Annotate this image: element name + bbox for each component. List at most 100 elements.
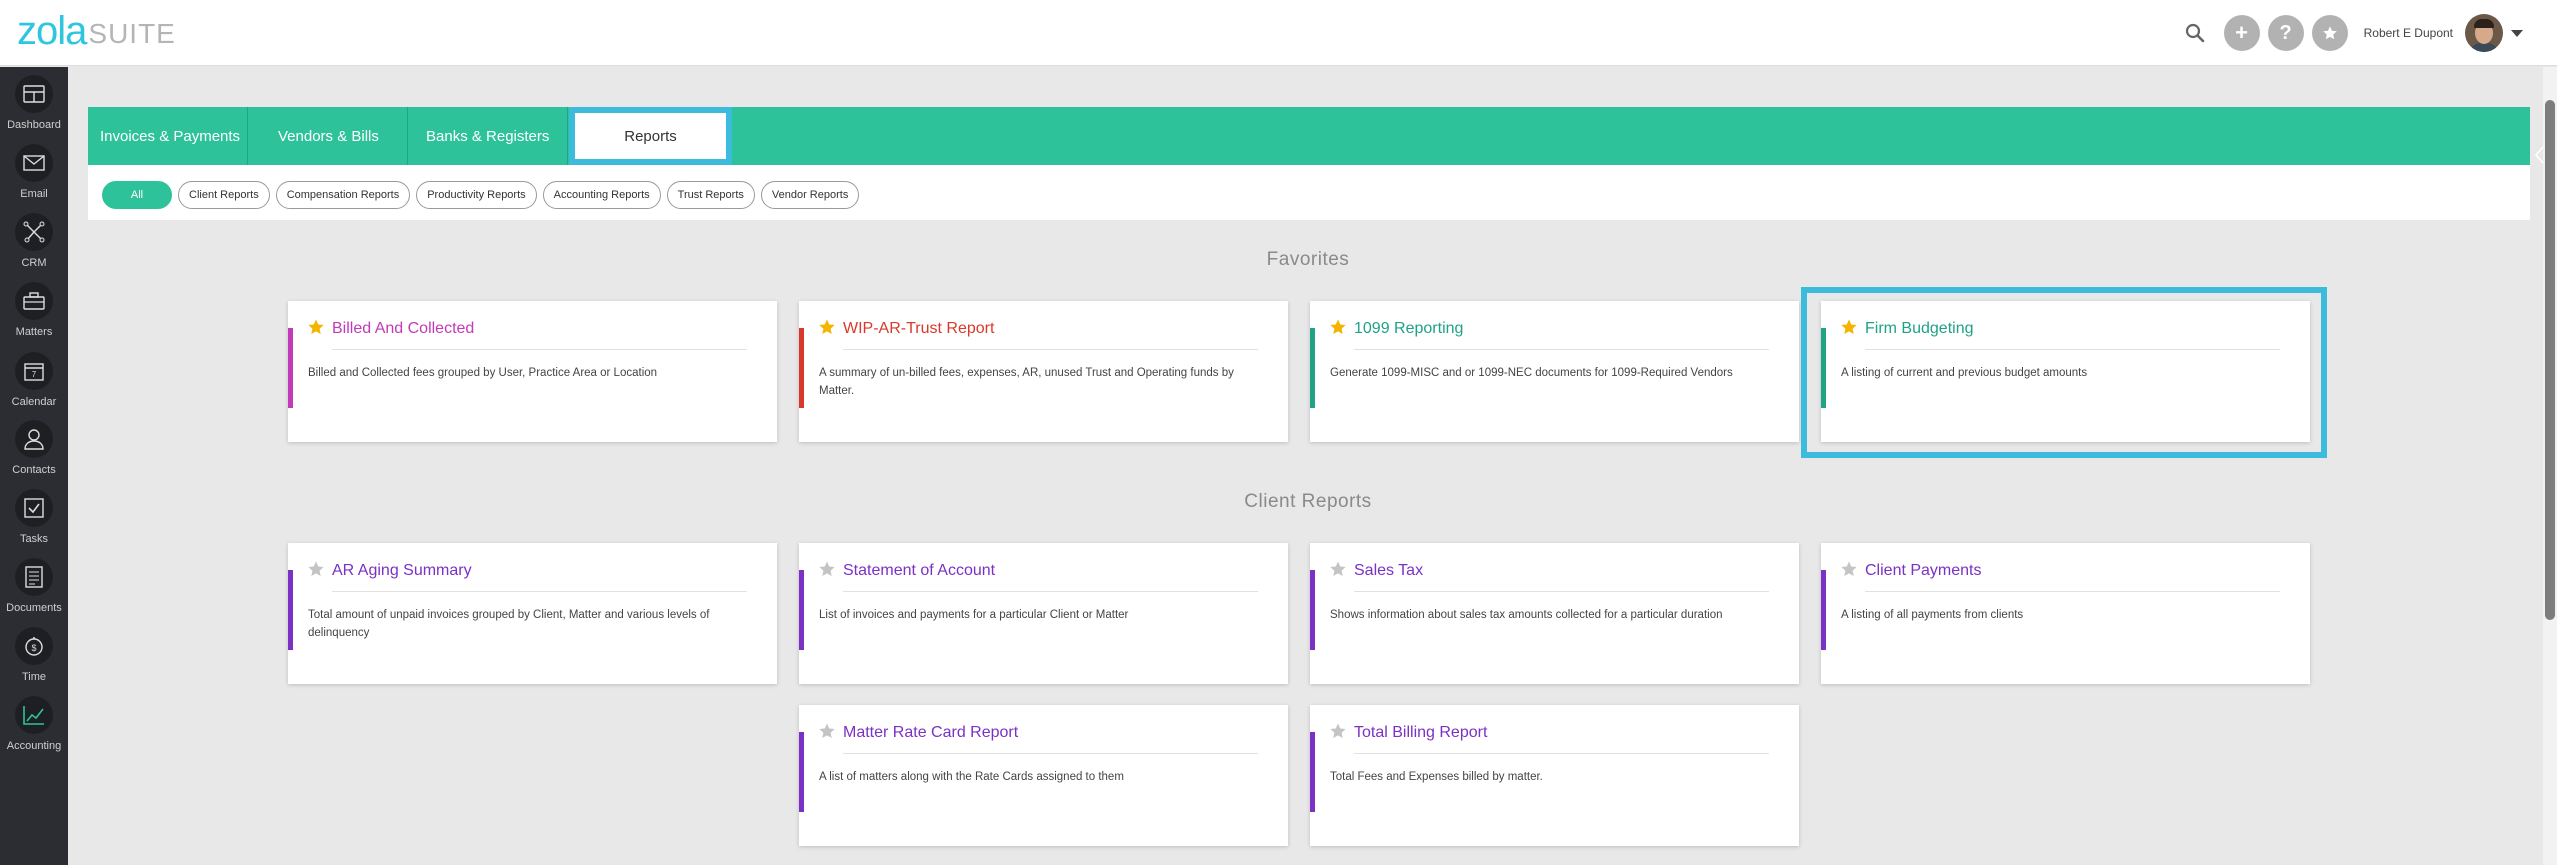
sidebar-item-documents[interactable]: Documents: [0, 552, 68, 618]
caret-down-icon[interactable]: [2511, 29, 2523, 37]
report-card-sales-tax[interactable]: Sales Tax Shows information about sales …: [1310, 543, 1799, 684]
report-card-matter-rate-card[interactable]: Matter Rate Card Report A list of matter…: [799, 705, 1288, 846]
card-description: Total amount of unpaid invoices grouped …: [308, 609, 710, 639]
sidebar-item-label: Documents: [6, 602, 62, 614]
chevron-left-icon[interactable]: [2533, 135, 2545, 175]
sidebar-item-time[interactable]: $ Time: [0, 621, 68, 687]
sidebar-item-crm[interactable]: CRM: [0, 207, 68, 273]
card-accent-bar: [799, 732, 804, 812]
star-icon[interactable]: [1329, 722, 1347, 740]
card-title[interactable]: WIP-AR-Trust Report: [843, 320, 994, 338]
document-icon: [15, 558, 53, 596]
star-icon[interactable]: [1840, 560, 1858, 578]
sidebar-item-label: Email: [20, 188, 48, 200]
sidebar-item-label: Calendar: [11, 396, 57, 408]
chart-icon: [15, 696, 53, 734]
scrollbar-thumb[interactable]: [2545, 100, 2555, 620]
briefcase-icon: [15, 282, 53, 320]
sidebar-item-matters[interactable]: Matters: [0, 276, 68, 342]
left-sidebar: Dashboard Email CRM Matters 7 Calendar C…: [0, 67, 68, 865]
card-title[interactable]: AR Aging Summary: [332, 562, 472, 580]
sidebar-item-accounting[interactable]: Accounting: [0, 690, 68, 756]
star-icon[interactable]: [1840, 318, 1858, 336]
logo-main-text: zola: [17, 9, 87, 53]
report-card-client-payments[interactable]: Client Payments A listing of all payment…: [1821, 543, 2310, 684]
card-title[interactable]: Matter Rate Card Report: [843, 724, 1018, 742]
star-icon[interactable]: [818, 722, 836, 740]
calendar-icon: 7: [15, 352, 53, 390]
logo-suffix-text: SUITE: [88, 18, 176, 49]
tab-invoices-payments[interactable]: Invoices & Payments: [88, 107, 248, 165]
card-title[interactable]: Billed And Collected: [332, 320, 474, 338]
tab-vendors-bills[interactable]: Vendors & Bills: [248, 107, 408, 165]
sidebar-item-tasks[interactable]: Tasks: [0, 483, 68, 549]
card-title[interactable]: Total Billing Report: [1354, 724, 1487, 742]
top-header: zola SUITE + ? Robert E Dupont: [0, 0, 2557, 66]
card-accent-bar: [799, 570, 804, 650]
filter-client-reports[interactable]: Client Reports: [178, 181, 270, 209]
filter-productivity-reports[interactable]: Productivity Reports: [416, 181, 537, 209]
star-icon[interactable]: [1329, 318, 1347, 336]
report-card-statement-of-account[interactable]: Statement of Account List of invoices an…: [799, 543, 1288, 684]
divider: [1865, 591, 2280, 592]
zolasuite-logo[interactable]: zola SUITE: [17, 9, 176, 54]
dashboard-icon: [15, 75, 53, 113]
report-card-1099-reporting[interactable]: 1099 Reporting Generate 1099-MISC and or…: [1310, 301, 1799, 442]
sidebar-item-label: Tasks: [19, 533, 49, 545]
search-icon[interactable]: [2180, 18, 2210, 48]
sidebar-item-email[interactable]: Email: [0, 138, 68, 204]
card-accent-bar: [288, 570, 293, 650]
card-title[interactable]: Statement of Account: [843, 562, 995, 580]
star-icon[interactable]: [2311, 15, 2348, 51]
tab-reports[interactable]: Reports: [569, 107, 732, 165]
report-card-billed-and-collected[interactable]: Billed And Collected Billed and Collecte…: [288, 301, 777, 442]
user-name[interactable]: Robert E Dupont: [2364, 26, 2453, 40]
star-icon[interactable]: [1329, 560, 1347, 578]
filter-trust-reports[interactable]: Trust Reports: [666, 181, 755, 209]
card-title[interactable]: Firm Budgeting: [1865, 320, 1974, 338]
card-accent-bar: [1821, 328, 1826, 408]
help-icon[interactable]: ?: [2267, 15, 2304, 51]
card-title[interactable]: Sales Tax: [1354, 562, 1423, 580]
tab-banks-registers[interactable]: Banks & Registers: [408, 107, 568, 165]
sidebar-item-label: CRM: [21, 257, 47, 269]
card-description: A summary of un-billed fees, expenses, A…: [819, 367, 1234, 397]
tab-bar: Invoices & Payments Vendors & Bills Bank…: [88, 107, 2530, 165]
network-icon: [15, 213, 53, 251]
filter-compensation-reports[interactable]: Compensation Reports: [275, 181, 411, 209]
card-description: A listing of all payments from clients: [1841, 609, 2024, 621]
sidebar-item-label: Accounting: [6, 740, 62, 752]
report-filters: All Client Reports Compensation Reports …: [102, 181, 865, 209]
favorites-heading: Favorites: [1266, 249, 1350, 270]
star-icon[interactable]: [818, 560, 836, 578]
report-card-wip-ar-trust[interactable]: WIP-AR-Trust Report A summary of un-bill…: [799, 301, 1288, 442]
card-description: Billed and Collected fees grouped by Use…: [308, 367, 658, 379]
filter-all[interactable]: All: [102, 181, 172, 209]
divider: [332, 349, 747, 350]
filter-accounting-reports[interactable]: Accounting Reports: [542, 181, 661, 209]
divider: [1354, 753, 1769, 754]
sidebar-item-dashboard[interactable]: Dashboard: [0, 69, 68, 135]
sidebar-item-calendar[interactable]: 7 Calendar: [0, 346, 68, 412]
header-actions: + ? Robert E Dupont: [2180, 12, 2523, 54]
card-title[interactable]: 1099 Reporting: [1354, 320, 1463, 338]
sidebar-item-label: Contacts: [12, 464, 56, 476]
sidebar-item-label: Dashboard: [7, 119, 61, 131]
avatar[interactable]: [2465, 14, 2503, 52]
card-accent-bar: [288, 328, 293, 408]
card-description: A listing of current and previous budget…: [1841, 367, 2088, 379]
star-icon[interactable]: [307, 560, 325, 578]
report-card-ar-aging-summary[interactable]: AR Aging Summary Total amount of unpaid …: [288, 543, 777, 684]
report-card-firm-budgeting[interactable]: Firm Budgeting A listing of current and …: [1821, 301, 2310, 442]
sidebar-item-contacts[interactable]: Contacts: [0, 414, 68, 480]
star-icon[interactable]: [307, 318, 325, 336]
card-description: Generate 1099-MISC and or 1099-NEC docum…: [1330, 367, 1733, 379]
envelope-icon: [15, 144, 53, 182]
filter-vendor-reports[interactable]: Vendor Reports: [760, 181, 860, 209]
star-icon[interactable]: [818, 318, 836, 336]
card-accent-bar: [1310, 732, 1315, 812]
divider: [332, 591, 747, 592]
plus-icon[interactable]: +: [2223, 15, 2260, 51]
card-title[interactable]: Client Payments: [1865, 562, 1982, 580]
report-card-total-billing[interactable]: Total Billing Report Total Fees and Expe…: [1310, 705, 1799, 846]
